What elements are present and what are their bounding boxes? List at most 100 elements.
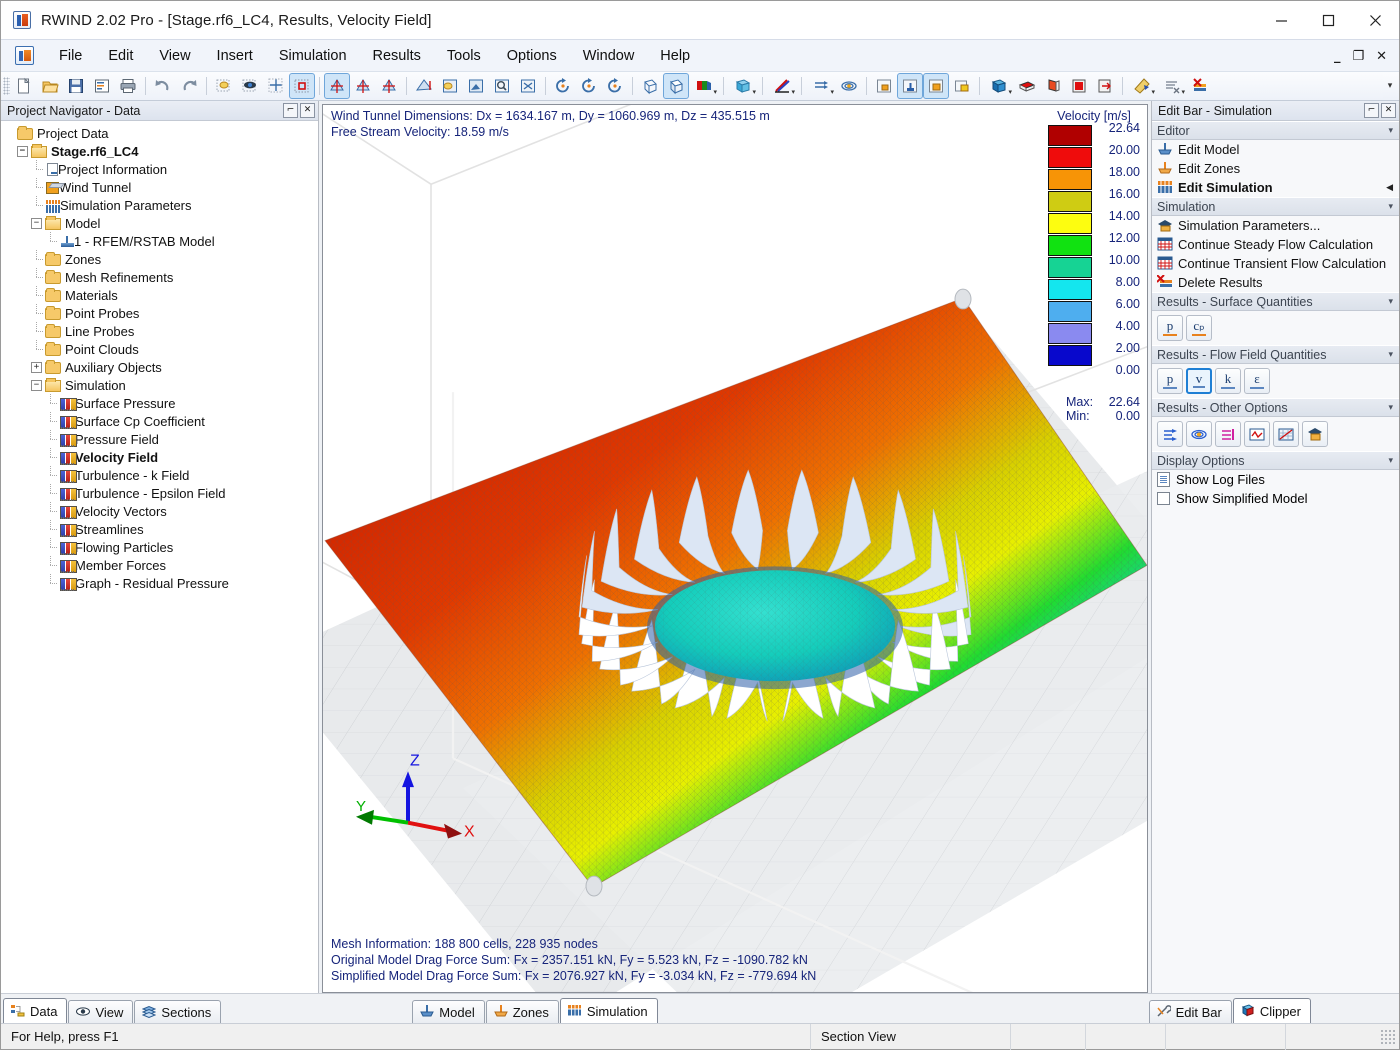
flow-k-button[interactable]: k bbox=[1215, 368, 1241, 394]
tree-expand-icon[interactable]: + bbox=[31, 361, 42, 373]
tree-item-velocity-field[interactable]: Velocity Field bbox=[3, 447, 318, 466]
editbar-check-show-simplified-model[interactable]: Show Simplified Model bbox=[1152, 489, 1399, 508]
tree-item-zones[interactable]: Zones bbox=[3, 249, 318, 268]
tree-item-simulation[interactable]: − Simulation bbox=[3, 376, 318, 394]
dropdown-caret-icon[interactable]: ▾ bbox=[1181, 88, 1185, 96]
editbar-item-continue-steady-flow-calculation[interactable]: Continue Steady Flow Calculation bbox=[1152, 235, 1399, 254]
streamlines-button[interactable] bbox=[1186, 421, 1212, 447]
rotate-cw-icon[interactable] bbox=[602, 73, 628, 99]
tree-collapse-icon[interactable]: − bbox=[31, 217, 42, 229]
tree-item-model[interactable]: − Model bbox=[3, 214, 318, 232]
zoom-all-icon[interactable] bbox=[515, 73, 541, 99]
flow-epsilon-button[interactable]: ε bbox=[1244, 368, 1270, 394]
velocity-vectors-button[interactable] bbox=[1157, 421, 1183, 447]
show-simulation-icon[interactable] bbox=[923, 73, 949, 99]
toolbar-overflow-button[interactable]: ▾ bbox=[1383, 73, 1397, 99]
editbar-group-results-other-options[interactable]: Results - Other Options ▾ bbox=[1152, 398, 1399, 417]
open-file-icon[interactable] bbox=[37, 73, 63, 99]
surface-pressure-button[interactable]: p bbox=[1157, 315, 1183, 341]
dropdown-caret-icon[interactable]: ▾ bbox=[1008, 88, 1012, 96]
editbar-item-simulation-parameters[interactable]: Simulation Parameters... bbox=[1152, 216, 1399, 235]
chevron-down-icon[interactable]: ▾ bbox=[1388, 350, 1393, 360]
resize-grip[interactable] bbox=[1380, 1028, 1396, 1045]
rotate-ccw-icon[interactable] bbox=[576, 73, 602, 99]
editbar-item-edit-zones[interactable]: Edit Zones bbox=[1152, 159, 1399, 178]
tab-simulation[interactable]: Simulation bbox=[559, 998, 658, 1023]
editbar-close-icon[interactable]: ✕ bbox=[1381, 103, 1396, 118]
surface-cp-button[interactable]: cₚ bbox=[1186, 315, 1212, 341]
menu-file[interactable]: File bbox=[46, 43, 95, 69]
3d-viewport[interactable]: Z X Y Wind Tunnel Dimensions: Dx = 1634.… bbox=[322, 104, 1148, 993]
section-plane-y-icon[interactable] bbox=[1040, 73, 1066, 99]
tab-sections[interactable]: Sections bbox=[134, 1000, 222, 1023]
measure-icon[interactable]: ▾ bbox=[1127, 73, 1157, 99]
editbar-item-edit-simulation[interactable]: Edit Simulation ◀ bbox=[1152, 178, 1399, 197]
dropdown-caret-icon[interactable]: ▾ bbox=[1151, 88, 1155, 96]
editbar-group-display-options[interactable]: Display Options ▾ bbox=[1152, 451, 1399, 470]
clipper-box-icon[interactable]: ▾ bbox=[984, 73, 1014, 99]
tree-item-turbulence-k-field[interactable]: Turbulence - k Field bbox=[3, 465, 318, 484]
results-display-icon[interactable]: ▾ bbox=[767, 73, 797, 99]
tab-zones[interactable]: Zones bbox=[485, 1000, 559, 1023]
save-icon[interactable] bbox=[63, 73, 89, 99]
flow-pressure-button[interactable]: p bbox=[1157, 368, 1183, 394]
chevron-down-icon[interactable]: ▾ bbox=[1388, 403, 1393, 413]
maximize-button[interactable] bbox=[1305, 1, 1352, 39]
menu-simulation[interactable]: Simulation bbox=[266, 43, 360, 69]
select-special-icon[interactable] bbox=[211, 73, 237, 99]
navigator-close-icon[interactable]: ✕ bbox=[300, 103, 315, 118]
tree-item-streamlines[interactable]: Streamlines bbox=[3, 519, 318, 538]
tree-item-graph-residual-pressure[interactable]: Graph - Residual Pressure bbox=[3, 573, 318, 592]
view-isometric-icon[interactable] bbox=[324, 73, 350, 99]
tree-item-mesh-refinements[interactable]: Mesh Refinements bbox=[3, 267, 318, 286]
chevron-down-icon[interactable]: ▾ bbox=[1388, 126, 1393, 136]
menu-tools[interactable]: Tools bbox=[434, 43, 494, 69]
show-zones-icon[interactable] bbox=[897, 73, 923, 99]
minimize-button[interactable] bbox=[1258, 1, 1305, 39]
zoom-magnifier-icon[interactable] bbox=[489, 73, 515, 99]
tree-item-point-probes[interactable]: Point Probes bbox=[3, 303, 318, 322]
wireframe-view-icon[interactable] bbox=[637, 73, 663, 99]
editbar-group-simulation[interactable]: Simulation ▾ bbox=[1152, 197, 1399, 216]
chevron-down-icon[interactable]: ▾ bbox=[1388, 202, 1393, 212]
tree-item-member-forces[interactable]: Member Forces bbox=[3, 555, 318, 574]
dropdown-caret-icon[interactable]: ▾ bbox=[830, 88, 834, 96]
tree-item-simulation-parameters[interactable]: Simulation Parameters bbox=[3, 195, 318, 214]
wind-tunnel-box-icon[interactable]: ▾ bbox=[728, 73, 758, 99]
editbar-item-delete-results[interactable]: Delete Results bbox=[1152, 273, 1399, 292]
tree-item-turbulence-epsilon-field[interactable]: Turbulence - Epsilon Field bbox=[3, 483, 318, 502]
tree-collapse-icon[interactable]: − bbox=[31, 379, 42, 391]
tree-item-project-data[interactable]: Project Data bbox=[3, 124, 318, 142]
pan-icon[interactable] bbox=[437, 73, 463, 99]
tree-item-pressure-field[interactable]: Pressure Field bbox=[3, 429, 318, 448]
mdi-restore-button[interactable]: ❐ bbox=[1352, 50, 1364, 63]
menu-help[interactable]: Help bbox=[647, 43, 703, 69]
menu-options[interactable]: Options bbox=[494, 43, 570, 69]
tree-item-project-information[interactable]: Project Information bbox=[3, 159, 318, 178]
show-results-icon[interactable] bbox=[949, 73, 975, 99]
menu-edit[interactable]: Edit bbox=[95, 43, 146, 69]
close-button[interactable] bbox=[1352, 1, 1399, 39]
editbar-group-results-surface-quantities[interactable]: Results - Surface Quantities ▾ bbox=[1152, 292, 1399, 311]
editbar-item-edit-model[interactable]: Edit Model bbox=[1152, 140, 1399, 159]
flow-arrows-icon[interactable]: ▾ bbox=[806, 73, 836, 99]
tree-item-surface-pressure[interactable]: Surface Pressure bbox=[3, 393, 318, 412]
residual-graph-button[interactable] bbox=[1244, 421, 1270, 447]
new-file-icon[interactable] bbox=[11, 73, 37, 99]
delete-results-icon[interactable] bbox=[1187, 73, 1213, 99]
flow-velocity-button[interactable]: v bbox=[1186, 368, 1212, 394]
chart-button[interactable] bbox=[1273, 421, 1299, 447]
toolbar-grip[interactable] bbox=[3, 77, 10, 95]
editbar-pin-icon[interactable]: ⌐ bbox=[1364, 103, 1379, 118]
dropdown-caret-icon[interactable]: ▾ bbox=[791, 88, 795, 96]
visibility-icon[interactable] bbox=[237, 73, 263, 99]
section-plane-z-icon[interactable] bbox=[1066, 73, 1092, 99]
tree-collapse-icon[interactable]: − bbox=[17, 145, 28, 157]
undo-icon[interactable] bbox=[150, 73, 176, 99]
section-plane-x-icon[interactable] bbox=[1014, 73, 1040, 99]
snap-grid-icon[interactable] bbox=[263, 73, 289, 99]
dropdown-caret-icon[interactable]: ▾ bbox=[713, 88, 717, 96]
tree-item-1-rfem-rstab-model[interactable]: 1 - RFEM/RSTAB Model bbox=[3, 231, 318, 250]
cut-tool-icon[interactable]: ▾ bbox=[1157, 73, 1187, 99]
solid-view-icon[interactable] bbox=[663, 73, 689, 99]
